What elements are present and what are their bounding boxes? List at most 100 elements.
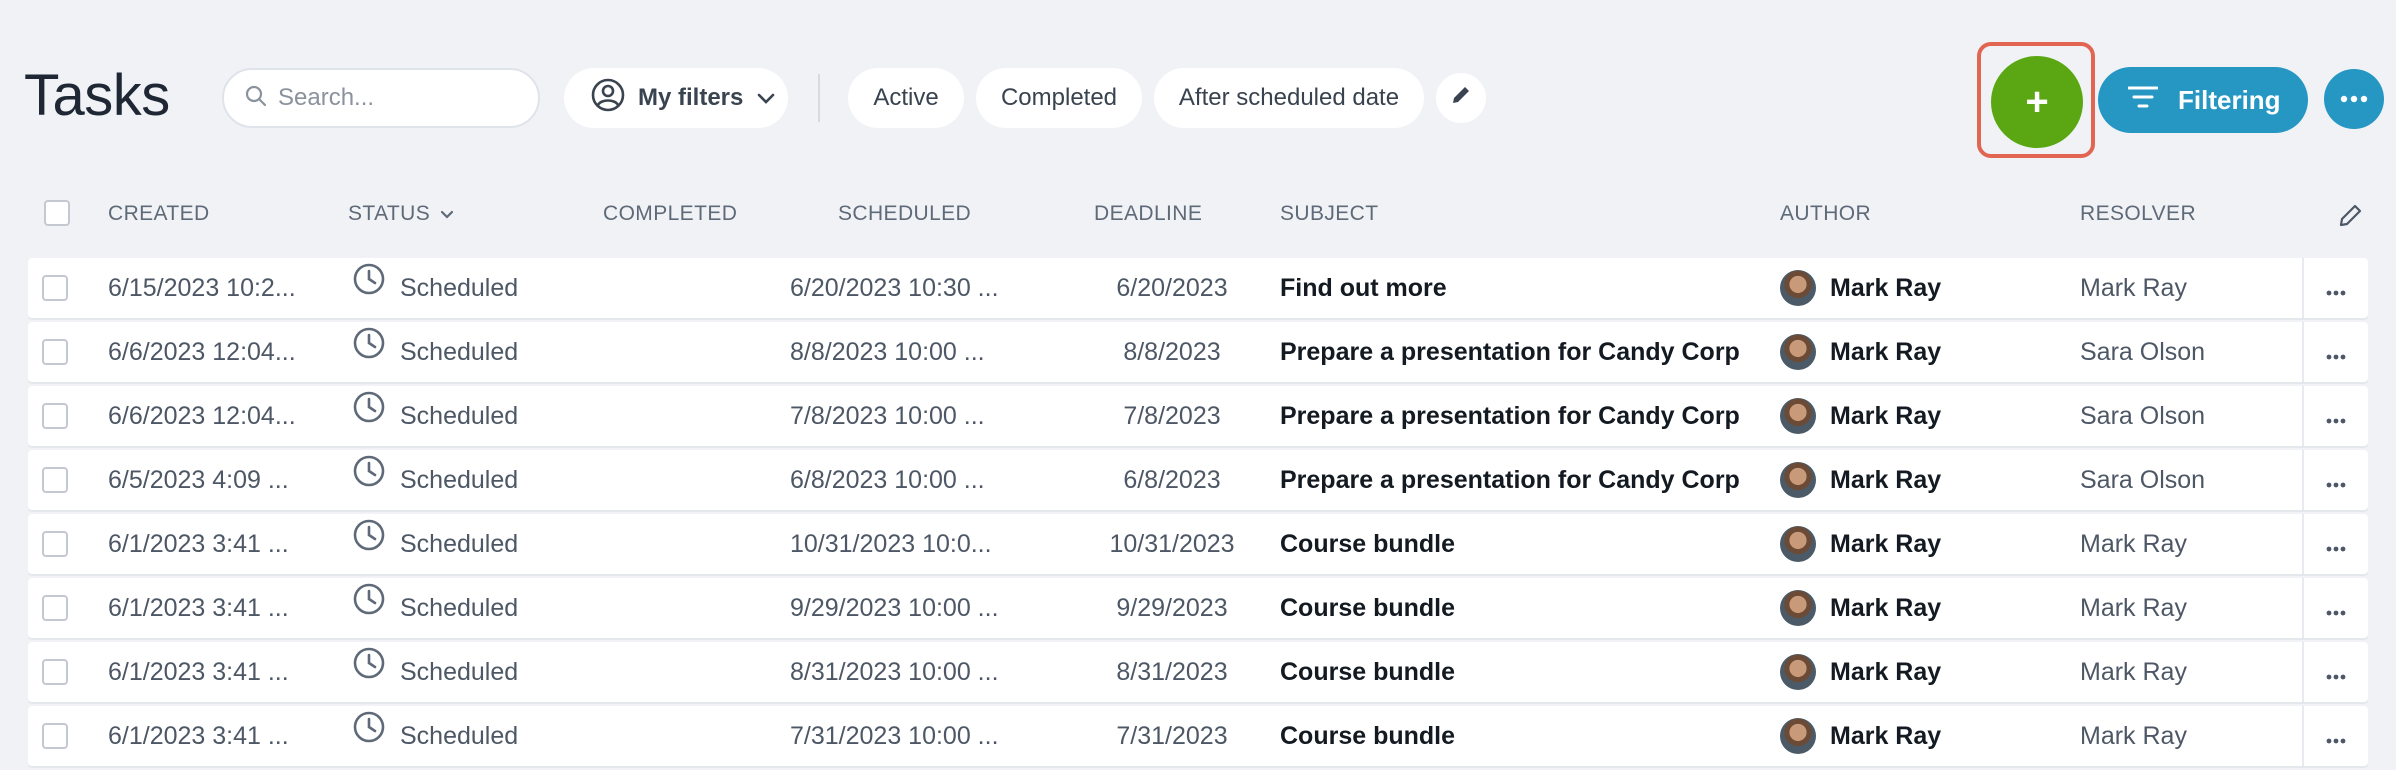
column-header-author[interactable]: AUTHOR [1780,202,1871,226]
cell-deadline: 9/29/2023 [1116,594,1228,622]
add-task-button[interactable]: + [1991,56,2083,148]
cell-subject[interactable]: Course bundle [1280,706,1455,766]
edit-filters-button[interactable] [1436,73,1486,123]
row-actions-button[interactable] [2302,386,2368,446]
clock-icon [352,706,386,766]
table-row[interactable]: 6/15/2023 10:2... Scheduled 6/20/2023 10… [28,258,2368,318]
row-actions-button[interactable] [2302,578,2368,638]
cell-deadline: 6/8/2023 [1123,466,1221,494]
avatar [1780,654,1816,690]
row-actions-button[interactable] [2302,514,2368,574]
table-row[interactable]: 6/6/2023 12:04... Scheduled 8/8/2023 10:… [28,322,2368,382]
status-label: Scheduled [400,658,519,686]
cell-author: Mark Ray [1780,258,1941,318]
row-actions-button[interactable] [2302,706,2368,766]
author-name: Mark Ray [1830,466,1942,494]
row-actions-button[interactable] [2302,322,2368,382]
table-row[interactable]: 6/1/2023 3:41 ... Scheduled 7/31/2023 10… [28,706,2368,766]
table-header: CREATED STATUS COMPLETED SCHEDULED DEADL… [28,190,2368,236]
edit-columns-button[interactable] [2338,202,2364,233]
table-row[interactable]: 6/6/2023 12:04... Scheduled 7/8/2023 10:… [28,386,2368,446]
cell-scheduled: 9/29/2023 10:00 ... [790,594,999,622]
cell-author: Mark Ray [1780,322,1941,382]
clock-icon [352,322,386,382]
cell-created: 6/6/2023 12:04... [108,402,296,430]
row-checkbox[interactable] [42,595,68,621]
filter-pill-active[interactable]: Active [848,68,964,128]
filter-pill-completed[interactable]: Completed [976,68,1142,128]
cell-status: Scheduled [352,642,518,702]
cell-subject[interactable]: Prepare a presentation for Candy Corp [1280,386,1740,446]
avatar [1780,526,1816,562]
column-header-resolver[interactable]: RESOLVER [2080,202,2196,226]
chevron-down-icon [757,84,775,112]
cell-subject[interactable]: Prepare a presentation for Candy Corp [1280,322,1740,382]
cell-scheduled: 7/8/2023 10:00 ... [790,402,985,430]
ellipsis-icon [2326,642,2346,702]
cell-deadline: 8/31/2023 [1116,658,1228,686]
row-actions-button[interactable] [2302,450,2368,510]
cell-resolver: Sara Olson [2080,402,2206,430]
cell-subject[interactable]: Course bundle [1280,578,1455,638]
filter-pill-after-scheduled[interactable]: After scheduled date [1154,68,1424,128]
cell-deadline: 7/8/2023 [1123,402,1221,430]
cell-subject[interactable]: Prepare a presentation for Candy Corp [1280,450,1740,510]
row-checkbox[interactable] [42,403,68,429]
cell-author: Mark Ray [1780,578,1941,638]
cell-author: Mark Ray [1780,514,1941,574]
row-checkbox[interactable] [42,339,68,365]
table-row[interactable]: 6/1/2023 3:41 ... Scheduled 8/31/2023 10… [28,642,2368,702]
column-header-created[interactable]: CREATED [108,202,210,226]
column-header-subject[interactable]: SUBJECT [1280,202,1378,226]
row-actions-button[interactable] [2302,258,2368,318]
cell-scheduled: 10/31/2023 10:0... [790,530,992,558]
my-filters-dropdown[interactable]: My filters [564,68,788,128]
ellipsis-icon [2326,322,2346,382]
table-row[interactable]: 6/1/2023 3:41 ... Scheduled 10/31/2023 1… [28,514,2368,574]
search-box[interactable] [222,68,540,128]
clock-icon [352,642,386,702]
plus-icon: + [2025,79,2049,124]
search-input[interactable] [278,84,528,112]
author-name: Mark Ray [1830,530,1942,558]
author-name: Mark Ray [1830,594,1942,622]
more-options-button[interactable] [2324,69,2384,129]
cell-created: 6/1/2023 3:41 ... [108,530,289,558]
table-row[interactable]: 6/5/2023 4:09 ... Scheduled 6/8/2023 10:… [28,450,2368,510]
column-header-completed[interactable]: COMPLETED [603,202,737,226]
table-row[interactable]: 6/1/2023 3:41 ... Scheduled 9/29/2023 10… [28,578,2368,638]
toolbar-divider [818,74,820,122]
cell-created: 6/5/2023 4:09 ... [108,466,289,494]
row-checkbox[interactable] [42,531,68,557]
row-actions-button[interactable] [2302,642,2368,702]
avatar [1780,590,1816,626]
column-header-status[interactable]: STATUS [348,202,454,226]
row-checkbox[interactable] [42,723,68,749]
column-header-scheduled[interactable]: SCHEDULED [838,202,971,226]
filtering-button[interactable]: Filtering [2098,67,2308,133]
status-label: Scheduled [400,466,519,494]
page-title: Tasks [24,63,170,128]
cell-subject[interactable]: Course bundle [1280,642,1455,702]
select-all-checkbox[interactable] [44,200,70,226]
row-checkbox[interactable] [42,659,68,685]
cell-subject[interactable]: Course bundle [1280,514,1455,574]
cell-created: 6/1/2023 3:41 ... [108,722,289,750]
cell-scheduled: 6/8/2023 10:00 ... [790,466,985,494]
avatar [1780,718,1816,754]
cell-status: Scheduled [352,386,518,446]
pencil-icon [1450,84,1472,113]
column-header-deadline[interactable]: DEADLINE [1094,202,1202,226]
status-label: Scheduled [400,338,519,366]
cell-author: Mark Ray [1780,706,1941,766]
clock-icon [352,514,386,574]
author-name: Mark Ray [1830,338,1942,366]
cell-scheduled: 8/31/2023 10:00 ... [790,658,999,686]
clock-icon [352,450,386,510]
row-checkbox[interactable] [42,275,68,301]
add-button-highlight: + [1977,42,2095,158]
cell-subject[interactable]: Find out more [1280,258,1447,318]
row-checkbox[interactable] [42,467,68,493]
status-label: Scheduled [400,274,519,302]
ellipsis-icon [2340,90,2368,108]
